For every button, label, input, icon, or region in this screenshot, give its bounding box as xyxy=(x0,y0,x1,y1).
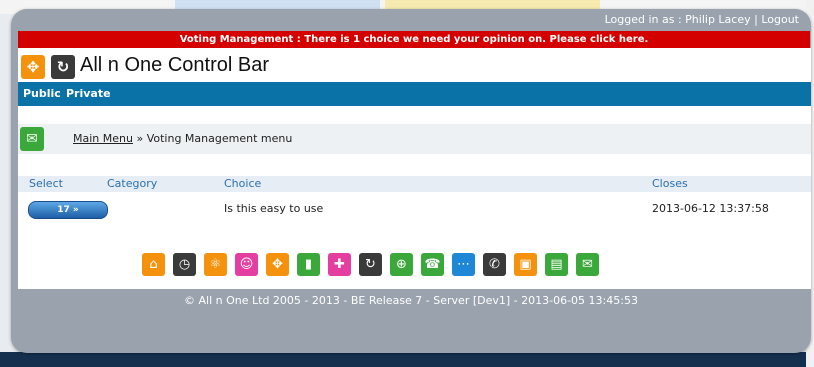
document-icon[interactable]: ▤ xyxy=(545,253,568,276)
clock-icon[interactable]: ◷ xyxy=(173,253,196,276)
globe-icon[interactable]: ⊕ xyxy=(390,253,413,276)
refresh-icon[interactable]: ↻ xyxy=(51,55,75,79)
support-icon[interactable]: ☎ xyxy=(421,253,444,276)
media-icon[interactable]: ▣ xyxy=(514,253,537,276)
mail-icon[interactable]: ✉ xyxy=(20,127,44,151)
logged-in-label: Logged in as : Philip Lacey xyxy=(604,13,751,26)
nav-item-public[interactable]: Public xyxy=(23,87,61,100)
atom-icon[interactable]: ⚛ xyxy=(204,253,227,276)
breadcrumb-bar: ✉ Main Menu » Voting Management menu xyxy=(18,124,811,154)
column-header-select: Select xyxy=(29,177,63,190)
expand-icon[interactable]: ✥ xyxy=(266,253,289,276)
breadcrumb-separator: » xyxy=(132,132,147,145)
nav-item-private[interactable]: Private xyxy=(66,87,111,100)
phone-icon[interactable]: ✆ xyxy=(483,253,506,276)
select-button[interactable]: 17 » xyxy=(28,201,108,219)
taskbar-band xyxy=(0,352,814,367)
mail-icon[interactable]: ✉ xyxy=(576,253,599,276)
network-icon[interactable]: ⋯ xyxy=(452,253,475,276)
expand-icon[interactable]: ✥ xyxy=(21,55,45,79)
breadcrumb: Main Menu » Voting Management menu xyxy=(73,132,292,145)
logout-link[interactable]: Logout xyxy=(761,13,799,26)
table-header: Select Category Choice Closes xyxy=(18,176,811,192)
app-window: Logged in as : Philip Lacey | Logout Vot… xyxy=(11,9,811,353)
people-icon[interactable]: ☺ xyxy=(235,253,258,276)
home-icon[interactable]: ⌂ xyxy=(142,253,165,276)
top-nav: Public Private xyxy=(18,82,811,106)
column-header-closes: Closes xyxy=(652,177,688,190)
cell-closes: 2013-06-12 13:37:58 xyxy=(652,202,769,215)
breadcrumb-main-menu-link[interactable]: Main Menu xyxy=(73,132,133,145)
footer-text: © All n One Ltd 2005 - 2013 - BE Release… xyxy=(184,294,638,307)
title-bar: ✥ ↻ All n One Control Bar xyxy=(18,48,811,82)
column-header-category: Category xyxy=(107,177,158,190)
login-status: Logged in as : Philip Lacey | Logout xyxy=(605,13,799,26)
app-title: All n One Control Bar xyxy=(80,54,269,76)
main-content: ✥ ↻ All n One Control Bar Public Private… xyxy=(18,48,811,289)
cell-choice: Is this easy to use xyxy=(224,202,324,215)
puzzle-icon[interactable]: ✚ xyxy=(328,253,351,276)
chart-icon[interactable]: ▮ xyxy=(297,253,320,276)
login-separator: | xyxy=(750,13,762,26)
column-header-choice: Choice xyxy=(224,177,262,190)
refresh-icon[interactable]: ↻ xyxy=(359,253,382,276)
breadcrumb-current: Voting Management menu xyxy=(146,132,293,145)
voting-alert-banner[interactable]: Voting Management : There is 1 choice we… xyxy=(18,31,810,48)
